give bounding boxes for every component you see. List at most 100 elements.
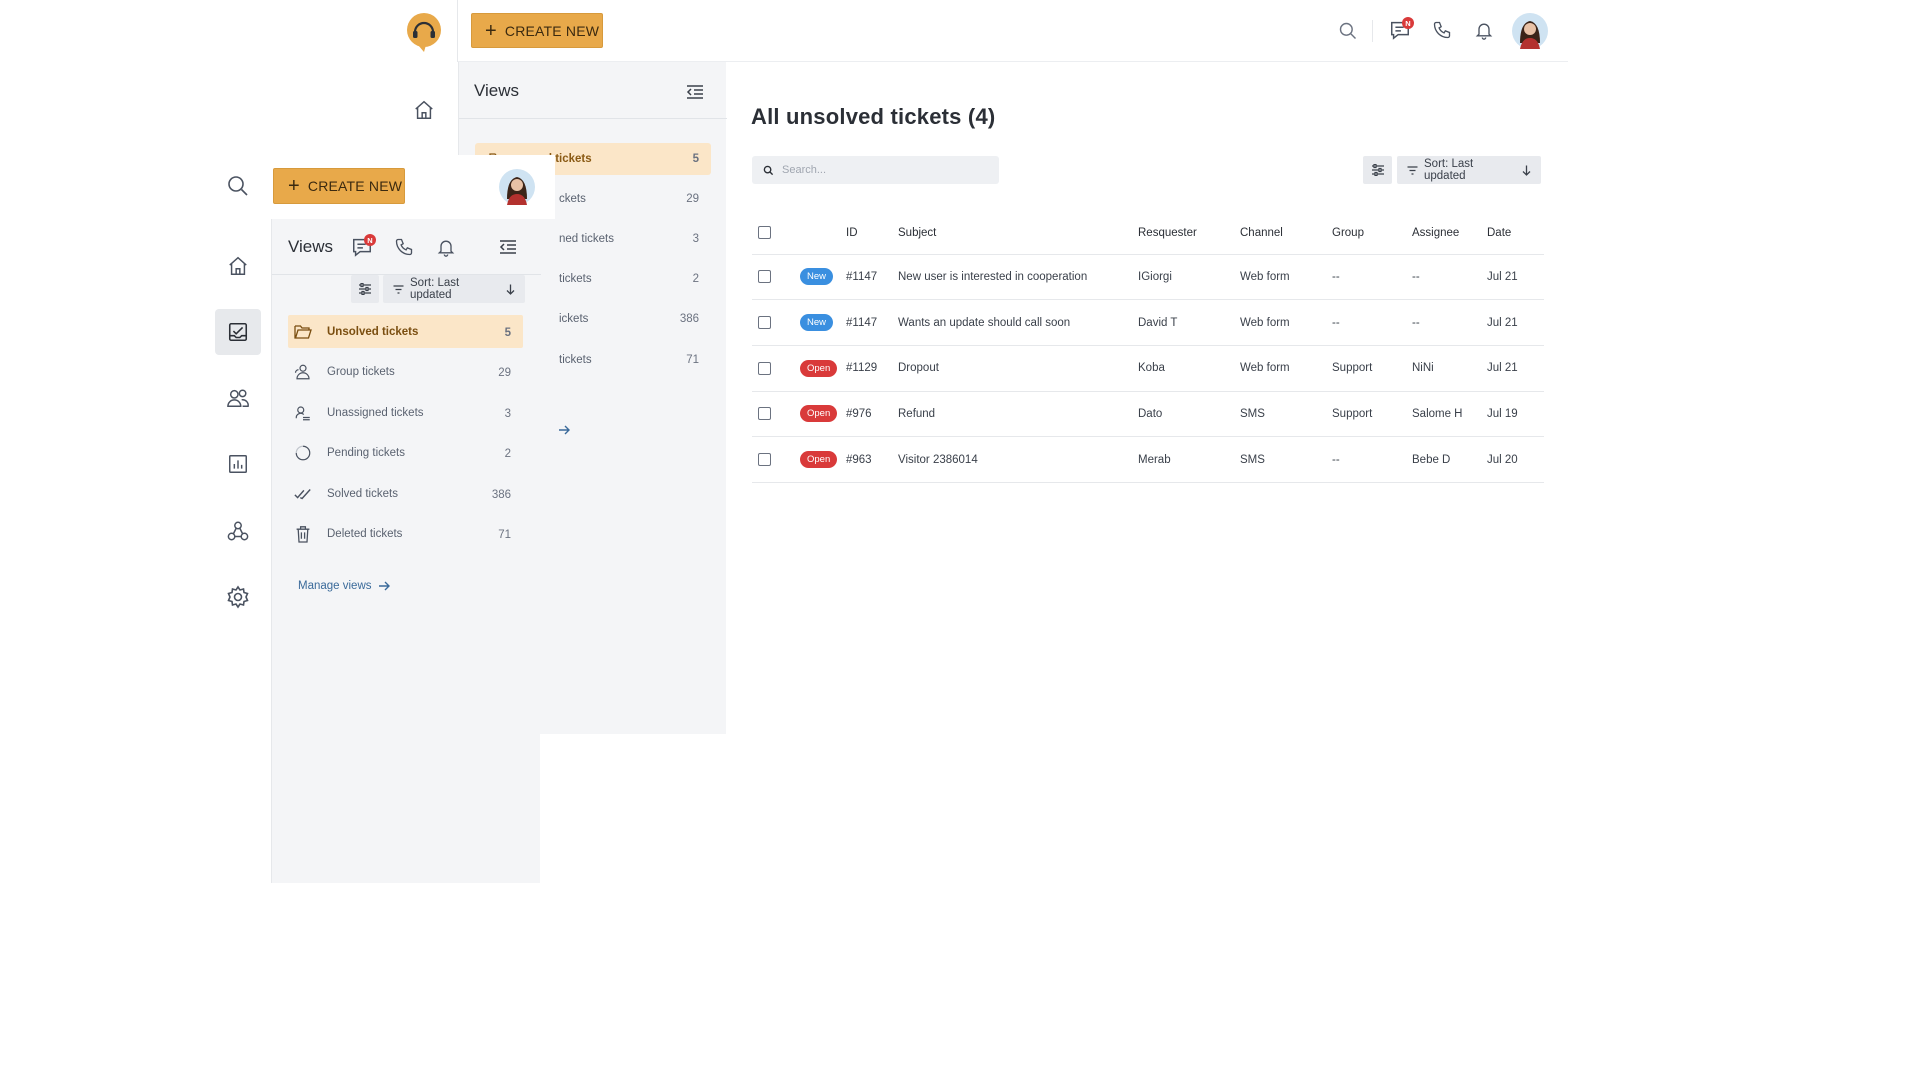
manage-views-link[interactable]: Manage views (298, 580, 390, 592)
create-new-button[interactable]: + CREATE NEW (273, 168, 405, 204)
bell-icon[interactable] (1474, 20, 1494, 40)
check-double-icon (288, 487, 318, 501)
avatar[interactable] (499, 169, 535, 205)
ticket-assignee: Salome H (1412, 391, 1487, 438)
row-checkbox[interactable] (758, 453, 771, 467)
ticket-id: #976 (846, 391, 898, 438)
divider (459, 118, 727, 119)
sort-button[interactable]: Sort: Last updated (1397, 156, 1541, 184)
ticket-group: Support (1332, 345, 1412, 392)
group-icon (288, 363, 318, 381)
view-deleted-tickets[interactable]: Deleted tickets 71 (288, 517, 523, 550)
column-header[interactable]: Group (1332, 212, 1412, 255)
ticket-channel: SMS (1240, 436, 1332, 483)
view-pending-tickets[interactable]: Pending tickets 2 (288, 436, 523, 469)
notification-badge: N (364, 234, 376, 246)
select-all-checkbox[interactable] (758, 226, 771, 240)
ticket-date: Jul 21 (1487, 254, 1544, 301)
sort-button[interactable]: Sort: Last updated (383, 275, 525, 303)
rail-integrations[interactable] (215, 508, 261, 554)
ticket-subject[interactable]: Refund (898, 391, 1138, 438)
rail-contacts[interactable] (215, 375, 261, 421)
ticket-channel: Web form (1240, 299, 1332, 346)
status-badge: New (800, 268, 834, 286)
avatar[interactable] (1512, 13, 1548, 49)
sliders-icon (358, 283, 372, 295)
logo-icon[interactable] (404, 12, 444, 52)
rail-search[interactable] (215, 163, 261, 209)
bell-icon[interactable] (436, 237, 456, 257)
filter-settings-button[interactable] (1363, 156, 1392, 184)
phone-icon[interactable] (1432, 20, 1452, 40)
tickets-table: ID Subject Resquester Channel Group Assi… (752, 212, 1544, 483)
rail-tickets[interactable] (215, 309, 261, 355)
ticket-date: Jul 20 (1487, 436, 1544, 483)
ticket-id: #963 (846, 436, 898, 483)
views-panel-front: Views N Sort: Last updated Unsolved tick… (271, 155, 541, 883)
status-badge: Open (800, 405, 838, 423)
notification-badge: N (1402, 17, 1414, 29)
page-title: All unsolved tickets (4) (751, 104, 996, 129)
filter-settings-button[interactable] (351, 275, 379, 303)
ticket-group: Support (1332, 391, 1412, 438)
view-solved-tickets[interactable]: Solved tickets 386 (288, 477, 523, 510)
table-row[interactable]: Open #1129 Dropout Koba Web form Support… (752, 345, 1544, 392)
ticket-channel: Web form (1240, 345, 1332, 392)
pending-icon (288, 444, 318, 462)
plus-icon: + (288, 175, 300, 197)
status-badge: Open (800, 359, 838, 377)
view-unassigned-tickets[interactable]: Unassigned tickets 3 (288, 396, 523, 429)
nodes-icon (226, 520, 250, 542)
chart-icon (227, 453, 249, 475)
search-icon (763, 165, 774, 176)
ticket-requester: Dato (1138, 391, 1240, 438)
rail-settings[interactable] (215, 574, 261, 620)
gear-icon (226, 585, 250, 609)
ticket-date: Jul 19 (1487, 391, 1544, 438)
arrow-down-icon (506, 284, 515, 295)
ticket-group: -- (1332, 436, 1412, 483)
search-input[interactable]: Search... (752, 156, 999, 184)
ticket-subject[interactable]: Wants an update should call soon (898, 299, 1138, 346)
ticket-id: #1147 (846, 299, 898, 346)
row-checkbox[interactable] (758, 361, 771, 375)
status-badge: Open (800, 451, 838, 469)
view-unsolved-tickets[interactable]: Unsolved tickets 5 (288, 315, 523, 348)
ticket-subject[interactable]: Dropout (898, 345, 1138, 392)
ticket-requester: Koba (1138, 345, 1240, 392)
column-header[interactable]: Date (1487, 212, 1544, 255)
create-new-button[interactable]: + CREATE NEW (471, 13, 603, 48)
rail-reports[interactable] (215, 441, 261, 487)
view-group-tickets[interactable]: Group tickets 29 (288, 355, 523, 388)
row-checkbox[interactable] (758, 407, 771, 421)
ticket-id: #1129 (846, 345, 898, 392)
column-header[interactable]: Channel (1240, 212, 1332, 255)
status-badge: New (800, 314, 834, 332)
ticket-subject[interactable]: Visitor 2386014 (898, 436, 1138, 483)
row-checkbox[interactable] (758, 316, 771, 330)
search-icon[interactable] (1338, 21, 1358, 41)
phone-icon[interactable] (394, 237, 414, 257)
table-row[interactable]: Open #976 Refund Dato SMS Support Salome… (752, 391, 1544, 438)
column-header[interactable]: Subject (898, 212, 1138, 255)
column-header[interactable]: Resquester (1138, 212, 1240, 255)
collapse-icon[interactable] (686, 84, 704, 100)
table-row[interactable]: Open #963 Visitor 2386014 Merab SMS -- B… (752, 436, 1544, 483)
table-row[interactable]: New #1147 New user is interested in coop… (752, 254, 1544, 301)
table-row[interactable]: New #1147 Wants an update should call so… (752, 299, 1544, 346)
ticket-subject[interactable]: New user is interested in cooperation (898, 254, 1138, 301)
row-checkbox[interactable] (758, 270, 771, 284)
rail-home[interactable] (215, 243, 261, 289)
search-icon (226, 174, 250, 198)
column-header[interactable]: Assignee (1412, 212, 1487, 255)
views-title: Views (474, 81, 520, 100)
users-icon (226, 387, 250, 409)
arrow-down-icon (1522, 165, 1531, 176)
arrow-right-icon[interactable] (558, 424, 570, 436)
filter-lines-icon (393, 284, 404, 294)
column-header[interactable]: ID (846, 212, 898, 255)
home-icon[interactable] (413, 99, 435, 121)
ticket-date: Jul 21 (1487, 299, 1544, 346)
collapse-icon[interactable] (499, 239, 517, 255)
trash-icon (288, 525, 318, 543)
